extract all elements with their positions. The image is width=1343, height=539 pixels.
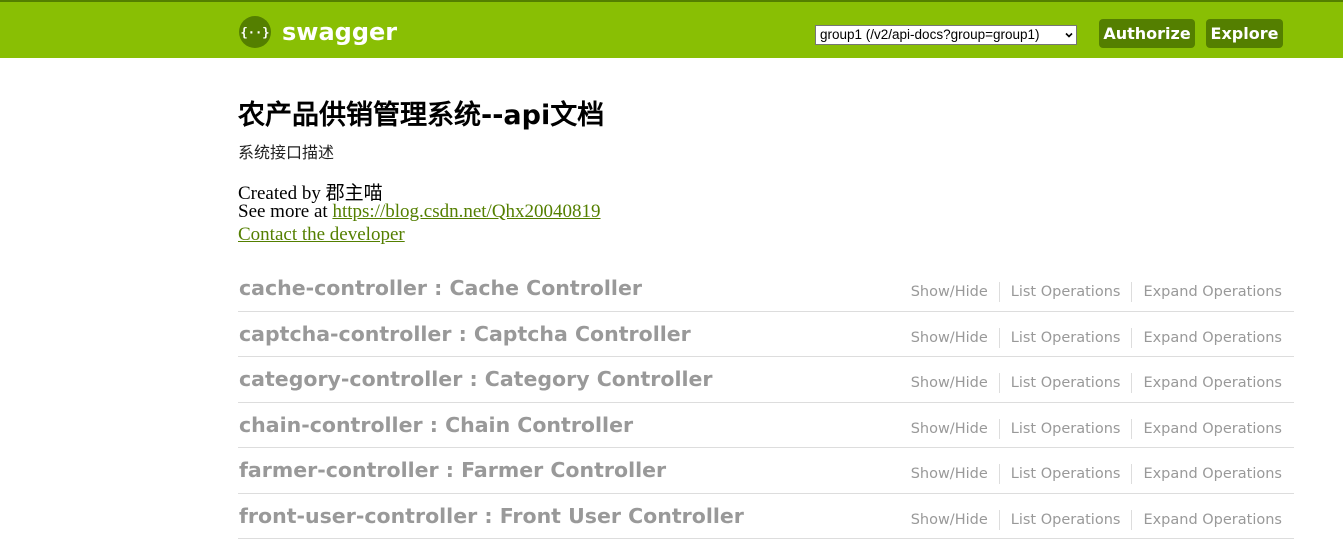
- resource-operations: Show/Hide List Operations Expand Operati…: [911, 282, 1282, 302]
- top-bar: {··} swagger group1 (/v2/api-docs?group=…: [0, 0, 1343, 58]
- blog-link[interactable]: https://blog.csdn.net/Qhx20040819: [332, 201, 600, 222]
- page-title: 农产品供销管理系统--api文档: [238, 98, 604, 134]
- expand-operations-link[interactable]: Expand Operations: [1131, 373, 1282, 393]
- resource-title[interactable]: farmer-controller : Farmer Controller: [239, 457, 666, 483]
- list-operations-link[interactable]: List Operations: [999, 328, 1132, 348]
- show-hide-link[interactable]: Show/Hide: [911, 464, 999, 484]
- api-group-select[interactable]: group1 (/v2/api-docs?group=group1): [815, 25, 1077, 45]
- resource-title[interactable]: cache-controller : Cache Controller: [239, 275, 642, 301]
- resource-operations: Show/Hide List Operations Expand Operati…: [911, 464, 1282, 484]
- show-hide-link[interactable]: Show/Hide: [911, 328, 999, 348]
- resource-operations: Show/Hide List Operations Expand Operati…: [911, 373, 1282, 393]
- resource-list: cache-controller : Cache Controller Show…: [238, 266, 1294, 539]
- see-more-line: See more at https://blog.csdn.net/Qhx200…: [238, 202, 601, 222]
- expand-operations-link[interactable]: Expand Operations: [1131, 282, 1282, 302]
- resource-operations: Show/Hide List Operations Expand Operati…: [911, 419, 1282, 439]
- expand-operations-link[interactable]: Expand Operations: [1131, 464, 1282, 484]
- resource-item: chain-controller : Chain Controller Show…: [238, 403, 1294, 449]
- expand-operations-link[interactable]: Expand Operations: [1131, 510, 1282, 530]
- show-hide-link[interactable]: Show/Hide: [911, 419, 999, 439]
- list-operations-link[interactable]: List Operations: [999, 464, 1132, 484]
- explore-button[interactable]: Explore: [1206, 19, 1283, 48]
- authorize-button[interactable]: Authorize: [1099, 19, 1195, 48]
- api-group-select-value: group1 (/v2/api-docs?group=group1): [820, 27, 1040, 42]
- resource-title[interactable]: chain-controller : Chain Controller: [239, 412, 633, 438]
- resource-item: captcha-controller : Captcha Controller …: [238, 312, 1294, 358]
- contact-line: Contact the developer: [238, 225, 405, 245]
- list-operations-link[interactable]: List Operations: [999, 419, 1132, 439]
- resource-item: front-user-controller : Front User Contr…: [238, 494, 1294, 539]
- list-operations-link[interactable]: List Operations: [999, 282, 1132, 302]
- expand-operations-link[interactable]: Expand Operations: [1131, 328, 1282, 348]
- resource-title[interactable]: category-controller : Category Controlle…: [239, 366, 713, 392]
- resource-item: cache-controller : Cache Controller Show…: [238, 266, 1294, 312]
- show-hide-link[interactable]: Show/Hide: [911, 373, 999, 393]
- resource-item: farmer-controller : Farmer Controller Sh…: [238, 448, 1294, 494]
- show-hide-link[interactable]: Show/Hide: [911, 510, 999, 530]
- resource-item: category-controller : Category Controlle…: [238, 357, 1294, 403]
- api-description: 系统接口描述: [238, 143, 334, 163]
- list-operations-link[interactable]: List Operations: [999, 510, 1132, 530]
- expand-operations-link[interactable]: Expand Operations: [1131, 419, 1282, 439]
- brand-title[interactable]: swagger: [282, 17, 397, 47]
- contact-developer-link[interactable]: Contact the developer: [238, 224, 405, 245]
- resource-operations: Show/Hide List Operations Expand Operati…: [911, 328, 1282, 348]
- chevron-down-icon: [1065, 31, 1073, 39]
- resource-operations: Show/Hide List Operations Expand Operati…: [911, 510, 1282, 530]
- svg-text:{··}: {··}: [241, 26, 270, 40]
- resource-title[interactable]: captcha-controller : Captcha Controller: [239, 321, 691, 347]
- list-operations-link[interactable]: List Operations: [999, 373, 1132, 393]
- see-more-label: See more at: [238, 201, 332, 222]
- show-hide-link[interactable]: Show/Hide: [911, 282, 999, 302]
- swagger-logo-icon[interactable]: {··}: [239, 16, 271, 48]
